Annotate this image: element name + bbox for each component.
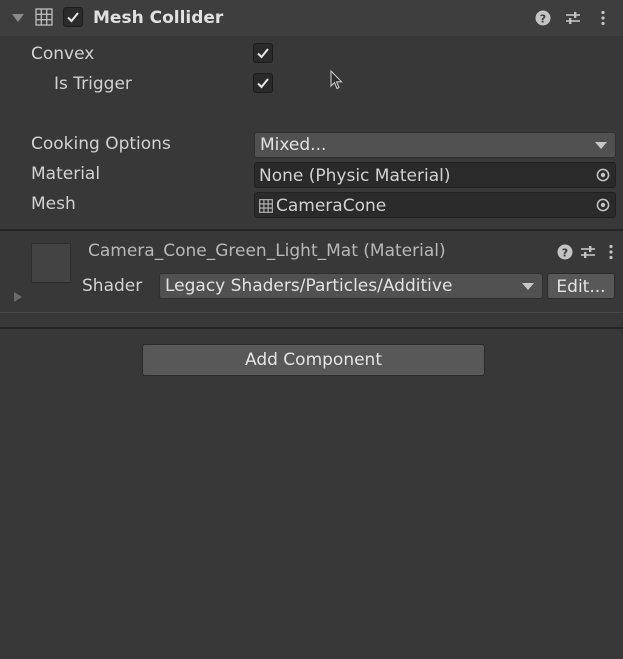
checkmark-icon xyxy=(67,12,79,23)
material-title: Camera_Cone_Green_Light_Mat (Material) xyxy=(88,241,446,261)
mesh-collider-header[interactable]: Mesh Collider ? xyxy=(0,0,623,36)
component-enabled-checkbox[interactable] xyxy=(63,7,83,27)
material-value: None (Physic Material) xyxy=(259,166,451,186)
svg-text:?: ? xyxy=(562,246,568,259)
help-icon[interactable]: ? xyxy=(555,242,575,262)
cooking-options-label: Cooking Options xyxy=(31,134,171,154)
mesh-grid-icon xyxy=(35,8,53,30)
foldout-arrow-icon[interactable] xyxy=(14,292,22,302)
mesh-grid-icon xyxy=(259,195,273,217)
object-picker-icon[interactable] xyxy=(592,163,614,187)
add-component-button[interactable]: Add Component xyxy=(142,344,485,376)
shader-value: Legacy Shaders/Particles/Additive xyxy=(165,276,453,296)
context-menu-icon[interactable] xyxy=(601,242,621,262)
checkmark-icon xyxy=(257,78,269,89)
material-preview-thumbnail xyxy=(31,243,71,283)
mesh-value: CameraCone xyxy=(276,196,387,216)
object-picker-icon[interactable] xyxy=(592,193,614,217)
is-trigger-label: Is Trigger xyxy=(54,74,132,94)
convex-checkbox[interactable] xyxy=(253,43,273,63)
section-divider xyxy=(0,327,623,329)
component-title: Mesh Collider xyxy=(93,8,224,28)
shader-label: Shader xyxy=(82,276,143,296)
help-icon[interactable]: ? xyxy=(533,8,553,28)
chevron-down-icon xyxy=(522,283,534,290)
shader-dropdown[interactable]: Legacy Shaders/Particles/Additive xyxy=(159,273,543,299)
section-divider xyxy=(0,312,623,313)
cooking-options-dropdown[interactable]: Mixed... xyxy=(254,132,616,158)
checkmark-icon xyxy=(257,48,269,59)
section-divider xyxy=(0,229,623,231)
material-label: Material xyxy=(31,164,101,184)
context-menu-icon[interactable] xyxy=(593,8,613,28)
is-trigger-checkbox[interactable] xyxy=(253,73,273,93)
chevron-down-icon xyxy=(595,142,607,149)
preset-sliders-icon[interactable] xyxy=(578,242,598,262)
foldout-arrow-icon[interactable] xyxy=(12,14,24,22)
material-object-field[interactable]: None (Physic Material) xyxy=(254,162,616,188)
convex-label: Convex xyxy=(31,44,95,64)
cooking-options-value: Mixed... xyxy=(260,135,327,155)
edit-shader-button[interactable]: Edit... xyxy=(547,273,615,299)
mesh-object-field[interactable]: CameraCone xyxy=(254,192,616,218)
mouse-cursor-icon xyxy=(330,69,344,94)
svg-text:?: ? xyxy=(540,12,546,25)
preset-sliders-icon[interactable] xyxy=(563,8,583,28)
mesh-label: Mesh xyxy=(31,194,76,214)
